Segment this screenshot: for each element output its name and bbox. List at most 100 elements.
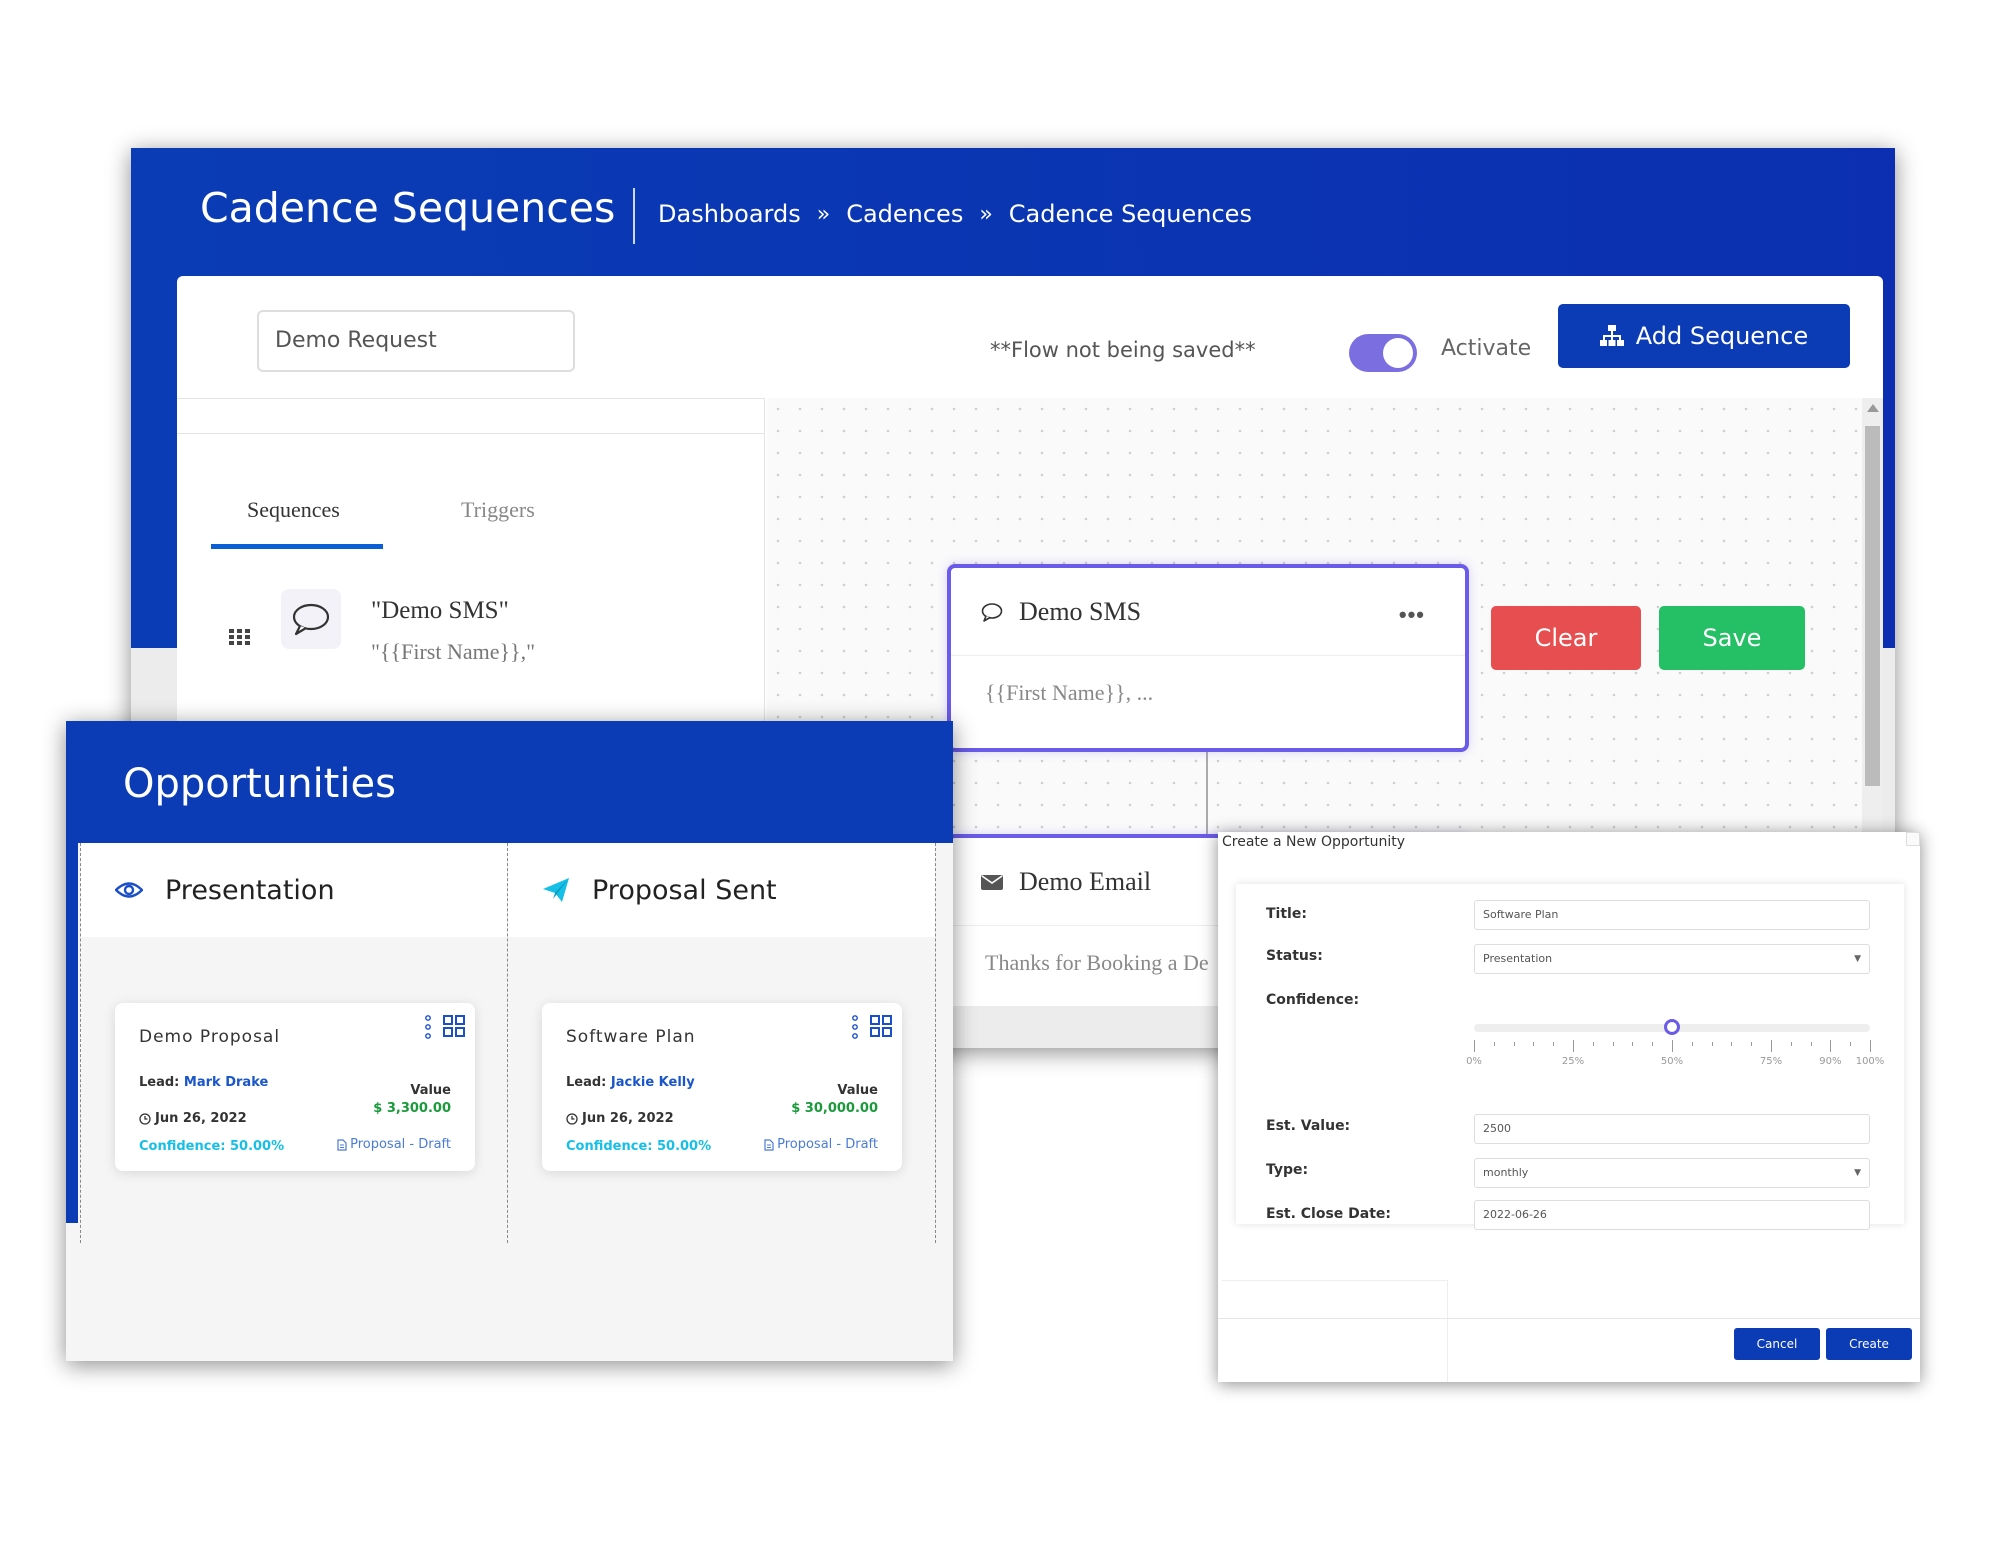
lead-name-link[interactable]: Jackie Kelly [611, 1075, 695, 1090]
grid-view-icon[interactable] [870, 1015, 892, 1037]
lead-label: Lead: [566, 1075, 607, 1090]
sidebar-item-demo-sms[interactable]: "Demo SMS" "{{First Name}}," [225, 585, 745, 695]
sitemap-icon [1599, 325, 1624, 346]
proposal-status: Proposal - Draft [777, 1137, 878, 1152]
node-body: {{First Name}}, ... [985, 680, 1154, 705]
kebab-menu-icon[interactable] [425, 1015, 431, 1039]
activate-label: Activate [1441, 336, 1532, 361]
breadcrumb-dashboards[interactable]: Dashboards [658, 200, 801, 228]
flow-node-demo-sms[interactable]: Demo SMS ••• {{First Name}}, ... [947, 564, 1469, 752]
slider-major-tick [1830, 1040, 1832, 1052]
proposal-link[interactable]: Proposal - Draft [337, 1137, 451, 1152]
flow-status-note: **Flow not being saved** [990, 338, 1256, 362]
lead-name-link[interactable]: Mark Drake [184, 1075, 268, 1090]
value-label: Value [837, 1083, 878, 1098]
close-icon[interactable] [1906, 832, 1920, 846]
title-label: Title: [1266, 906, 1307, 922]
slider-tick-label: 75% [1759, 1056, 1783, 1067]
cancel-button[interactable]: Cancel [1734, 1328, 1820, 1360]
add-sequence-label: Add Sequence [1635, 322, 1809, 350]
slider-tick-label: 25% [1561, 1056, 1585, 1067]
page-title: Cadence Sequences [200, 184, 616, 232]
proposal-link[interactable]: Proposal - Draft [764, 1137, 878, 1152]
slider-tick-label: 0% [1466, 1056, 1482, 1067]
card-title: Software Plan [566, 1027, 696, 1047]
opportunities-window: Opportunities Presentation Demo Proposal [66, 721, 953, 1361]
modal-footer-divider [1218, 1318, 1920, 1319]
scrollbar-thumb[interactable] [1865, 426, 1880, 786]
card-date-text: Jun 26, 2022 [582, 1111, 674, 1126]
card-value: $ 30,000.00 [791, 1101, 878, 1116]
kebab-menu-icon[interactable] [852, 1015, 858, 1039]
column-title: Proposal Sent [592, 874, 777, 906]
card-date: Jun 26, 2022 [139, 1111, 247, 1126]
est-value-field[interactable]: 2500 [1474, 1114, 1870, 1144]
slider-tick [1652, 1042, 1654, 1046]
slider-major-tick [1672, 1040, 1673, 1052]
tab-sequences[interactable]: Sequences [247, 497, 340, 523]
title-field[interactable]: Software Plan [1474, 900, 1870, 930]
grid-view-icon[interactable] [443, 1015, 465, 1037]
create-button[interactable]: Create [1826, 1328, 1912, 1360]
slider-tick-label: 90% [1819, 1056, 1842, 1067]
status-select-value: Presentation [1483, 952, 1553, 965]
confidence-slider[interactable] [1474, 1019, 1870, 1035]
type-label: Type: [1266, 1162, 1309, 1178]
eye-icon [115, 882, 143, 898]
drag-handle-icon[interactable] [229, 629, 251, 645]
pipeline-column-proposal-sent: Proposal Sent Software Plan Lead: Jackie… [508, 843, 936, 1243]
pipeline-column-presentation: Presentation Demo Proposal Lead: Mark Dr… [80, 843, 508, 1243]
status-label: Status: [1266, 948, 1323, 964]
node-menu-icon[interactable]: ••• [1399, 602, 1425, 628]
status-select[interactable]: Presentation ▼ [1474, 944, 1870, 974]
slider-tick-label: 50% [1660, 1056, 1684, 1067]
save-button[interactable]: Save [1659, 606, 1805, 670]
tab-triggers[interactable]: Triggers [461, 497, 535, 523]
breadcrumb-cadences[interactable]: Cadences [846, 200, 963, 228]
breadcrumb-cadence-sequences: Cadence Sequences [1008, 200, 1252, 228]
clear-button[interactable]: Clear [1491, 606, 1641, 670]
opportunity-card[interactable]: Demo Proposal Lead: Mark Drake Value $ 3… [115, 1003, 475, 1171]
confidence-label: Confidence: [1266, 992, 1360, 1008]
sidebar-item-title: "Demo SMS" [371, 597, 509, 624]
column-header: Proposal Sent [508, 843, 935, 937]
column-header: Presentation [81, 843, 507, 937]
opportunities-header: Opportunities [66, 721, 953, 843]
modal-empty-panel [1222, 1280, 1448, 1382]
slider-tick [1691, 1042, 1693, 1046]
slider-handle[interactable] [1664, 1019, 1680, 1035]
card-date-text: Jun 26, 2022 [155, 1111, 247, 1126]
slider-major-tick [1573, 1040, 1574, 1052]
slider-tick [1592, 1042, 1594, 1046]
breadcrumb-separator: » [816, 201, 831, 227]
sidebar-item-subtitle: "{{First Name}}," [371, 639, 536, 664]
lead-label: Lead: [139, 1075, 180, 1090]
node-title: Demo Email [1019, 866, 1152, 896]
slider-tick [1533, 1042, 1535, 1046]
active-tab-indicator [211, 544, 383, 549]
slider-tick [1711, 1042, 1713, 1046]
dropdown-caret-icon: ▼ [1854, 954, 1861, 964]
est-value-label: Est. Value: [1266, 1118, 1351, 1134]
card-date: Jun 26, 2022 [566, 1111, 674, 1126]
add-sequence-button[interactable]: Add Sequence [1558, 304, 1850, 368]
opportunity-card[interactable]: Software Plan Lead: Jackie Kelly Value $… [542, 1003, 902, 1171]
close-date-label: Est. Close Date: [1266, 1206, 1392, 1222]
slider-tick [1850, 1042, 1852, 1046]
value-label: Value [410, 1083, 451, 1098]
slider-tick [1810, 1042, 1812, 1046]
type-select[interactable]: monthly ▼ [1474, 1158, 1870, 1188]
slider-major-tick [1771, 1040, 1772, 1052]
slider-major-tick [1870, 1040, 1871, 1052]
scroll-up-icon[interactable] [1867, 404, 1879, 412]
modal-title: Create a New Opportunity [1222, 834, 1405, 850]
envelope-icon [981, 874, 1003, 890]
slider-tick-label: 100% [1855, 1056, 1885, 1067]
card-confidence: Confidence: 50.00% [566, 1139, 712, 1154]
slider-tick [1553, 1042, 1555, 1046]
activate-toggle[interactable] [1349, 334, 1417, 372]
sequence-name-input[interactable]: Demo Request [257, 310, 575, 372]
close-date-field[interactable]: 2022-06-26 [1474, 1200, 1870, 1230]
document-icon [764, 1138, 774, 1151]
slider-tick [1632, 1042, 1634, 1046]
